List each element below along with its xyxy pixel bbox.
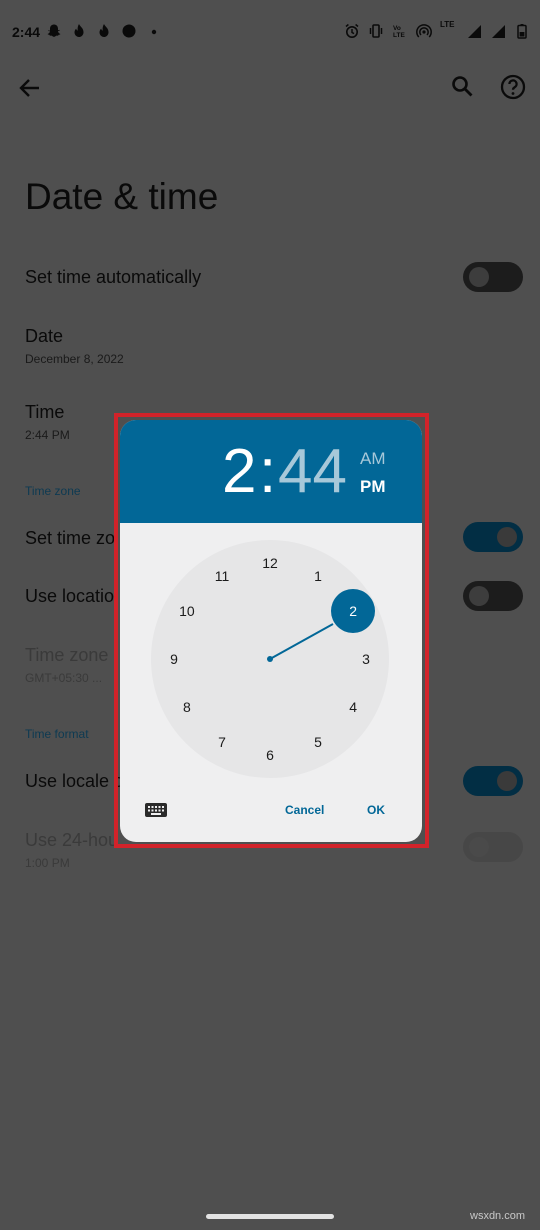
switch-knob xyxy=(469,586,489,606)
help-icon[interactable] xyxy=(496,70,530,104)
set-time-zone-automatically-switch[interactable] xyxy=(463,522,523,552)
time-zone-header: Time zone xyxy=(25,484,81,498)
use-24-hour-switch xyxy=(463,832,523,862)
clock-number[interactable]: 6 xyxy=(255,745,285,765)
status-left-icons xyxy=(46,22,162,40)
snapchat-icon xyxy=(47,24,61,37)
lte-signal-icon: LTE xyxy=(440,20,458,40)
app-bar xyxy=(0,64,540,110)
clock-number[interactable]: 11 xyxy=(207,566,237,586)
switch-knob xyxy=(497,527,517,547)
time-picker-dialog: 2 : 44 AM PM 12 1 2 3 4 5 6 7 8 9 10 11 Cancel OK xyxy=(120,420,422,842)
time-separator: : xyxy=(259,437,277,506)
clock-number[interactable]: 4 xyxy=(338,697,368,717)
svg-text:Vo: Vo xyxy=(393,25,401,32)
clock-number[interactable]: 1 xyxy=(303,566,333,586)
minute-display[interactable]: 44 xyxy=(278,436,347,507)
status-time: 2:44 xyxy=(12,24,41,40)
time-format-header: Time format xyxy=(25,727,89,741)
set-time-automatically-switch[interactable] xyxy=(463,262,523,292)
set-time-automatically-item[interactable]: Set time automatically xyxy=(25,267,445,288)
status-right-icons: Vo LTE LTE xyxy=(344,20,530,40)
battery-icon xyxy=(517,24,527,39)
svg-text:LTE: LTE xyxy=(393,32,405,39)
pm-toggle[interactable]: PM xyxy=(360,477,386,497)
home-indicator[interactable] xyxy=(206,1214,334,1219)
more-dot-icon xyxy=(151,29,157,35)
status-bar: 2:44 Vo LTE LTE xyxy=(0,0,540,64)
search-icon[interactable] xyxy=(446,70,478,102)
clock-number[interactable]: 12 xyxy=(255,553,285,573)
volte-icon: VoLTE xyxy=(393,25,405,39)
hotspot-icon xyxy=(416,24,432,38)
clock-number-selected[interactable]: 2 xyxy=(331,589,376,633)
date-summary: December 8, 2022 xyxy=(25,352,124,366)
hour-display[interactable]: 2 xyxy=(222,436,256,507)
clock-number[interactable]: 5 xyxy=(303,732,333,752)
clock-number[interactable]: 8 xyxy=(172,697,202,717)
keyboard-icon[interactable] xyxy=(144,800,168,820)
clock-face[interactable]: 12 1 2 3 4 5 6 7 8 9 10 11 xyxy=(151,540,389,778)
switch-knob xyxy=(469,837,489,857)
tinder-icon xyxy=(99,24,109,37)
use-location-switch[interactable] xyxy=(463,581,523,611)
use-24-hour-summary: 1:00 PM xyxy=(25,856,70,870)
date-item[interactable]: Date December 8, 2022 xyxy=(25,326,445,366)
clock-number[interactable]: 9 xyxy=(159,649,189,669)
clock-number[interactable]: 3 xyxy=(351,649,381,669)
am-toggle[interactable]: AM xyxy=(360,449,386,469)
vibrate-icon xyxy=(369,24,383,38)
ok-button[interactable]: OK xyxy=(367,803,385,817)
signal-strength-icon xyxy=(468,25,481,38)
switch-knob xyxy=(469,267,489,287)
tinder-icon xyxy=(74,24,84,37)
notification-dot-icon xyxy=(122,24,136,38)
date-title: Date xyxy=(25,326,64,346)
cancel-button[interactable]: Cancel xyxy=(285,803,324,817)
network-label: LTE xyxy=(440,20,455,29)
use-locale-default-switch[interactable] xyxy=(463,766,523,796)
time-picker-header: 2 : 44 AM PM xyxy=(120,420,422,523)
clock-number[interactable]: 10 xyxy=(172,601,202,621)
switch-knob xyxy=(497,771,517,791)
alarm-icon xyxy=(345,23,359,38)
back-arrow-icon[interactable] xyxy=(14,72,46,104)
clock-number[interactable]: 7 xyxy=(207,732,237,752)
watermark-text: wsxdn.com xyxy=(470,1210,526,1222)
page-title: Date & time xyxy=(25,176,219,217)
set-time-automatically-title: Set time automatically xyxy=(25,267,202,287)
wifi-signal-icon xyxy=(492,25,505,38)
